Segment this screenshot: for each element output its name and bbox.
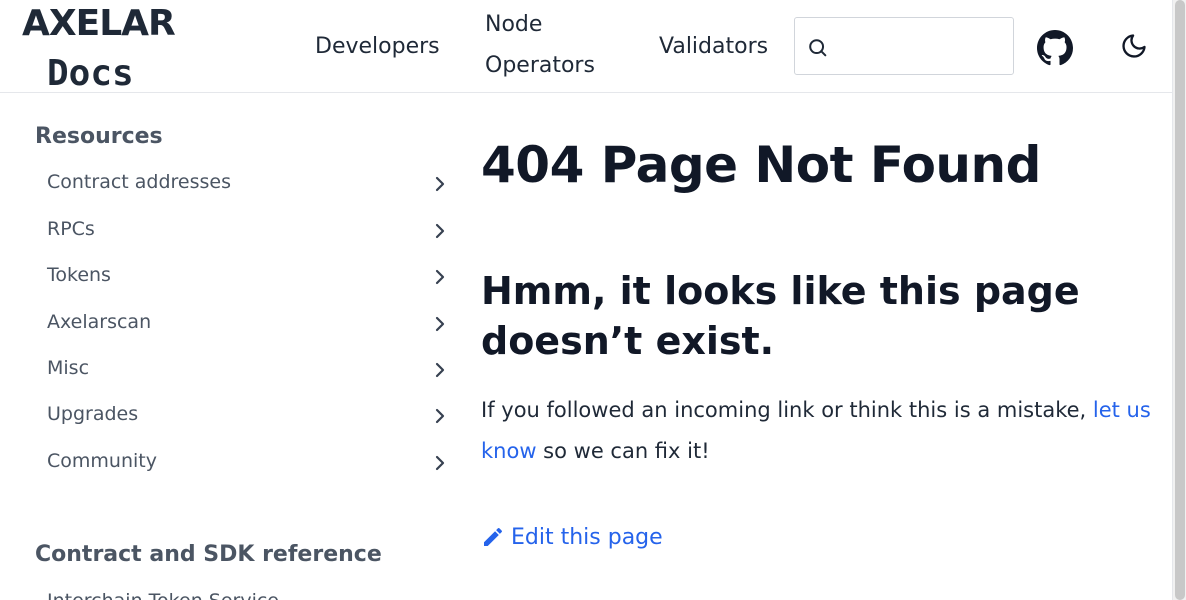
- scrollbar-thumb[interactable]: [1175, 0, 1185, 600]
- github-icon[interactable]: [1037, 30, 1073, 66]
- chevron-right-icon: [435, 223, 445, 239]
- chevron-right-icon: [435, 316, 445, 332]
- chevron-right-icon: [435, 362, 445, 378]
- search-box[interactable]: [794, 17, 1014, 75]
- sidebar-item-label: Misc: [47, 357, 90, 379]
- top-navbar: AXELAR Docs Developers Node Operators Va…: [0, 0, 1172, 94]
- sidebar-item-label: Interchain Token Service: [47, 590, 279, 600]
- sidebar-item-label: Axelarscan: [47, 311, 152, 333]
- chevron-right-icon: [435, 269, 445, 285]
- chevron-right-icon: [435, 176, 445, 192]
- sidebar-item-interchain-token-service[interactable]: Interchain Token Service: [47, 584, 452, 600]
- sidebar-item-axelarscan[interactable]: Axelarscan: [47, 305, 452, 345]
- page-subtitle: Hmm, it looks like this page doesn’t exi…: [481, 269, 1080, 363]
- axelar-docs-logo[interactable]: AXELAR Docs: [22, 3, 182, 94]
- nav-node-operators[interactable]: Node Operators: [485, 4, 615, 86]
- sidebar-item-label: Tokens: [47, 264, 111, 286]
- moon-icon[interactable]: [1120, 32, 1148, 60]
- chevron-right-icon: [435, 408, 445, 424]
- sidebar-item-label: RPCs: [47, 218, 95, 240]
- sidebar-item-community[interactable]: Community: [47, 444, 452, 484]
- sidebar-section-title: Resources: [35, 124, 163, 149]
- sidebar: Resources Contract addresses RPCs Tokens…: [0, 94, 460, 600]
- search-icon: [809, 39, 827, 57]
- error-message-text: If you followed an incoming link or thin…: [481, 398, 1093, 422]
- pencil-icon: [484, 527, 503, 546]
- error-message: If you followed an incoming link or thin…: [481, 390, 1161, 472]
- logo-docs-label: Docs: [47, 53, 134, 94]
- nav-validators[interactable]: Validators: [659, 26, 768, 67]
- sidebar-item-misc[interactable]: Misc: [47, 351, 452, 391]
- main-content: 404 Page Not Found Hmm, it looks like th…: [481, 94, 1161, 600]
- edit-page-link[interactable]: Edit this page: [481, 519, 663, 555]
- sidebar-item-contract-addresses[interactable]: Contract addresses: [47, 165, 452, 205]
- sidebar-item-upgrades[interactable]: Upgrades: [47, 397, 452, 437]
- sidebar-item-label: Upgrades: [47, 403, 139, 425]
- sidebar-section-title: Contract and SDK reference: [35, 542, 382, 567]
- sidebar-item-label: Contract addresses: [47, 171, 232, 193]
- page-title: 404 Page Not Found: [481, 136, 1041, 194]
- chevron-right-icon: [435, 455, 445, 471]
- logo-wordmark: AXELAR: [22, 3, 176, 44]
- edit-page-label: Edit this page: [511, 524, 663, 550]
- error-message-text-end: so we can fix it!: [536, 439, 710, 463]
- sidebar-item-rpcs[interactable]: RPCs: [47, 212, 452, 252]
- nav-developers[interactable]: Developers: [315, 26, 440, 67]
- scrollbar[interactable]: [1172, 0, 1186, 600]
- sidebar-item-tokens[interactable]: Tokens: [47, 258, 452, 298]
- sidebar-item-label: Community: [47, 450, 157, 472]
- search-input[interactable]: [835, 26, 1005, 66]
